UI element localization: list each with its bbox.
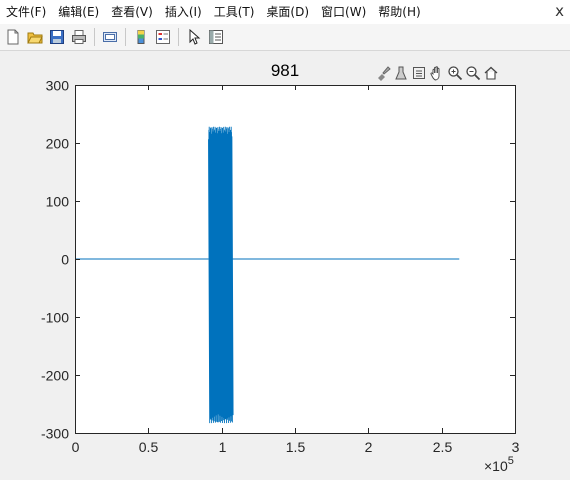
y-tick-label: -100 (41, 310, 69, 326)
x-tick-label: 1.5 (286, 439, 306, 455)
y-tick-label: 100 (46, 194, 70, 210)
line-chart: 0 0.5 1 1.5 2 2.5 3 300 200 100 0 -100 -200 -300 ×105 (41, 78, 520, 475)
x-tick-label: 0.5 (139, 439, 159, 455)
x-exponent-label: ×105 (484, 455, 514, 474)
series-burst-oscillation (208, 126, 234, 424)
x-tick-label: 0 (72, 439, 80, 455)
y-tick-label: 200 (46, 136, 70, 152)
x-tick-label: 2.5 (433, 439, 453, 455)
y-tick-label: -200 (41, 368, 69, 384)
y-tick-label: 300 (46, 78, 70, 94)
y-tick-label: 0 (61, 252, 69, 268)
y-tick-label: -300 (41, 426, 69, 442)
x-tick-label: 1 (219, 439, 227, 455)
x-tick-label: 3 (512, 439, 520, 455)
x-tick-label: 2 (365, 439, 373, 455)
